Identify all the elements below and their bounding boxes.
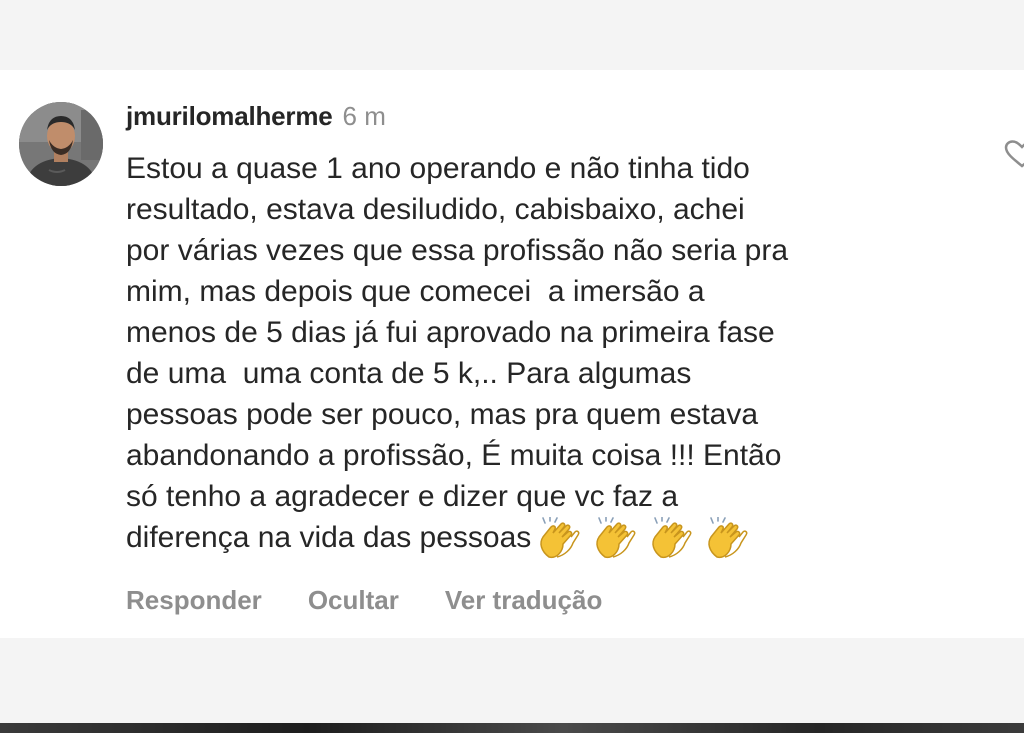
heart-outline-icon-svg [1004,140,1024,168]
comment-line: Estou a quase 1 ano operando e não tinha… [126,152,750,185]
avatar-photo-icon [19,102,103,186]
comment-line: menos de 5 dias já fui aprovado na prime… [126,316,775,349]
comment-line: de uma uma conta de 5 k,.. Para algumas [126,357,692,390]
comment-line: mim, mas depois que comecei a imersão a [126,275,705,308]
comment-text: Estou a quase 1 ano operando e não tinha… [126,148,976,561]
comment-line: pessoas pode ser pouco, mas pra quem est… [126,398,759,431]
clapping-hands-icon [540,517,580,559]
reply-button[interactable]: Responder [126,585,262,616]
username[interactable]: jmurilomalherme [126,101,333,132]
comment-actions: Responder Ocultar Ver tradução [126,585,602,616]
clapping-hands-icon [708,517,748,559]
comment-header: jmurilomalherme 6 m [126,101,386,135]
clapping-hands-icon [596,517,636,559]
emoji-row [535,517,759,561]
comment-line: por várias vezes que essa profissão não … [126,234,789,267]
user-avatar[interactable] [19,102,103,186]
comment-line: diferença na vida das pessoas [126,521,532,554]
comment-last-line: diferença na vida das pessoas [126,517,976,561]
comment-line: resultado, estava desiludido, cabisbaixo… [126,193,745,226]
heart-outline-icon[interactable] [1004,140,1024,168]
comment-line: só tenho a agradecer e dizer que vc faz … [126,480,679,513]
comment-time: 6 m [342,101,386,131]
top-band [0,0,1024,70]
clapping-hands-icon [652,517,692,559]
bottom-image-strip [0,723,1024,733]
comment-line: abandonando a profissão, É muita coisa !… [126,439,782,472]
hide-button[interactable]: Ocultar [308,585,399,616]
translate-button[interactable]: Ver tradução [445,585,603,616]
bottom-band [0,638,1024,723]
